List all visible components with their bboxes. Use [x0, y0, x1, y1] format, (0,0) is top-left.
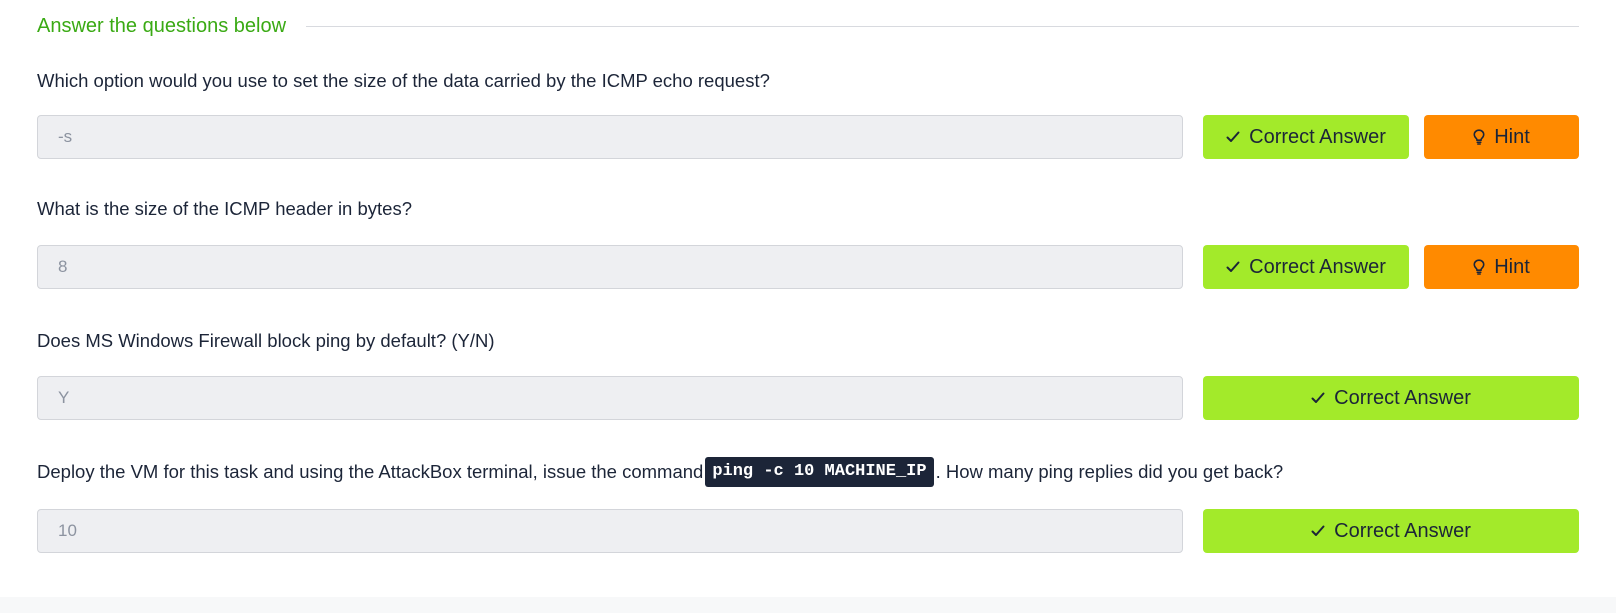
answer-field-2[interactable]: 8 [37, 245, 1183, 289]
check-icon [1311, 525, 1325, 537]
check-icon [1311, 392, 1325, 404]
button-label: Hint [1494, 125, 1530, 148]
button-label: Correct Answer [1334, 519, 1471, 542]
button-label: Hint [1494, 255, 1530, 278]
lightbulb-icon [1473, 259, 1485, 275]
questions-panel: Answer the questions below Which option … [0, 0, 1616, 597]
hint-button[interactable]: Hint [1424, 245, 1579, 289]
check-icon [1226, 261, 1240, 273]
answer-value: 10 [58, 521, 77, 540]
question-2-text: What is the size of the ICMP header in b… [37, 198, 412, 219]
question-4-text-after: . How many ping replies did you get back… [935, 461, 1284, 482]
correct-answer-button[interactable]: Correct Answer [1203, 115, 1409, 159]
answer-field-3[interactable]: Y [37, 376, 1183, 420]
hint-button[interactable]: Hint [1424, 115, 1579, 159]
answer-value: 8 [58, 257, 68, 276]
correct-answer-button[interactable]: Correct Answer [1203, 245, 1409, 289]
button-label: Correct Answer [1249, 125, 1386, 148]
answer-value: -s [58, 127, 73, 146]
question-text: Which option would you use to set the si… [37, 64, 770, 98]
answer-value: Y [58, 388, 70, 407]
inline-code-command: ping -c 10 MACHINE_IP [705, 457, 934, 487]
question-text: Does MS Windows Firewall block ping by d… [37, 324, 495, 358]
question-4-text-before: Deploy the VM for this task and using th… [37, 461, 704, 482]
question-1-text: Which option would you use to set the si… [37, 70, 770, 91]
section-divider [306, 25, 1579, 27]
question-text: Deploy the VM for this task and using th… [37, 455, 1283, 489]
section-title: Answer the questions below [37, 14, 287, 37]
button-label: Correct Answer [1249, 255, 1386, 278]
lightbulb-icon [1473, 129, 1485, 145]
correct-answer-button[interactable]: Correct Answer [1203, 376, 1579, 420]
answer-field-1[interactable]: -s [37, 115, 1183, 159]
question-3-text: Does MS Windows Firewall block ping by d… [37, 330, 495, 351]
section-header: Answer the questions below [37, 10, 1579, 42]
question-text: What is the size of the ICMP header in b… [37, 192, 412, 226]
check-icon [1226, 131, 1240, 143]
correct-answer-button[interactable]: Correct Answer [1203, 509, 1579, 553]
button-label: Correct Answer [1334, 386, 1471, 409]
answer-field-4[interactable]: 10 [37, 509, 1183, 553]
